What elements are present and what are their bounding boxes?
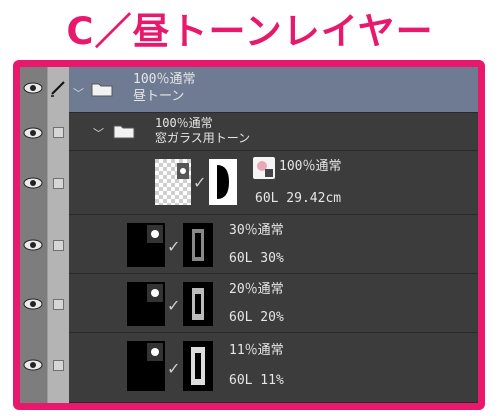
- layer-detail: 60L 20%: [229, 310, 284, 325]
- layer-blend: 11％通常: [229, 343, 284, 358]
- layer-row[interactable]: ✓ 20％通常 60L 20%: [69, 274, 478, 333]
- mask-thumbnail: [183, 223, 213, 267]
- eye-icon[interactable]: [23, 82, 43, 94]
- lock-column: [47, 67, 70, 403]
- eye-icon[interactable]: [23, 239, 43, 251]
- lock-checkbox[interactable]: [53, 299, 64, 310]
- lock-checkbox[interactable]: [53, 240, 64, 251]
- lock-checkbox[interactable]: [53, 360, 64, 371]
- check-icon: ✓: [167, 359, 181, 378]
- layer-panel: ﹀ 100％通常 昼トーン ﹀ 100％通常 窓ガラス用トーン ✓ 100％通常…: [13, 60, 485, 410]
- pen-icon[interactable]: [49, 79, 67, 97]
- eye-icon[interactable]: [23, 127, 43, 139]
- eye-icon[interactable]: [23, 177, 43, 189]
- layer-thumbnail: [127, 341, 165, 391]
- eye-icon[interactable]: [23, 298, 43, 310]
- layer-row[interactable]: ﹀ 100％通常 昼トーン: [69, 67, 478, 113]
- layer-row[interactable]: ✓ 11％通常 60L 11%: [69, 333, 478, 403]
- tone-icon: [253, 157, 275, 179]
- layer-blend: 100％通常: [133, 72, 196, 87]
- chevron-down-icon[interactable]: ﹀: [93, 125, 104, 141]
- layer-row[interactable]: ✓ 100％通常 60L 29.42cm: [69, 151, 478, 215]
- layer-detail: 60L 30%: [229, 251, 284, 266]
- layer-blend: 100％通常: [279, 159, 342, 174]
- layer-thumbnail: [127, 223, 165, 267]
- mask-thumbnail: [183, 341, 213, 391]
- layer-row[interactable]: ✓ 30％通常 60L 30%: [69, 215, 478, 274]
- mask-thumbnail: [183, 282, 213, 326]
- layer-blend: 30％通常: [229, 223, 284, 238]
- layer-thumbnail: [155, 159, 191, 205]
- lock-checkbox[interactable]: [53, 127, 64, 138]
- layer-name: 昼トーン: [133, 89, 185, 104]
- visibility-column: [20, 67, 47, 403]
- check-icon: ✓: [193, 173, 207, 192]
- check-icon: ✓: [167, 296, 181, 315]
- lock-checkbox[interactable]: [53, 178, 64, 189]
- layer-list: ﹀ 100％通常 昼トーン ﹀ 100％通常 窓ガラス用トーン ✓ 100％通常…: [69, 67, 478, 403]
- layer-detail: 60L 11%: [229, 373, 284, 388]
- eye-icon[interactable]: [23, 359, 43, 371]
- layer-detail: 60L 29.42cm: [255, 191, 342, 206]
- chevron-down-icon[interactable]: ﹀: [73, 85, 84, 101]
- check-icon: ✓: [167, 237, 181, 256]
- layer-blend: 20％通常: [229, 282, 284, 297]
- page-title: C／昼トーンレイヤー: [66, 10, 434, 53]
- layer-row[interactable]: ﹀ 100％通常 窓ガラス用トーン: [69, 113, 478, 151]
- folder-icon: [91, 83, 113, 97]
- folder-icon: [113, 125, 135, 139]
- mask-thumbnail: [209, 159, 237, 205]
- layer-name: 窓ガラス用トーン: [155, 131, 251, 145]
- layer-blend: 100％通常: [155, 116, 213, 130]
- layer-thumbnail: [127, 282, 165, 326]
